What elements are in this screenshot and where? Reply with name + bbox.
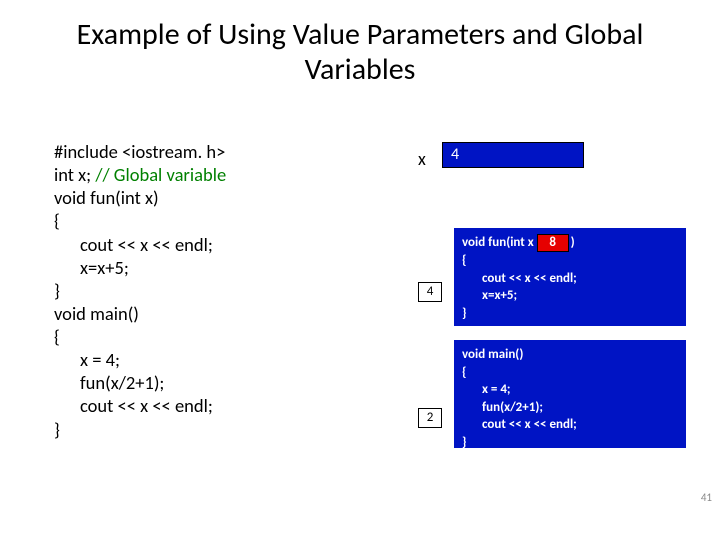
- main-close-brace: }: [462, 434, 678, 452]
- code-line: cout << x << endl;: [54, 394, 226, 417]
- page-number: 41: [701, 491, 712, 504]
- code-text: cout << x << endl;: [80, 233, 213, 256]
- code-line: x = 4;: [54, 348, 226, 371]
- main-open-brace: {: [462, 364, 678, 382]
- code-text: int x;: [54, 163, 95, 186]
- fun-body-text: cout << x << endl;: [482, 271, 577, 286]
- slide-title: Example of Using Value Parameters and Gl…: [0, 0, 720, 95]
- fun-header-suffix: ): [571, 235, 575, 250]
- value-arrow-box-4: 4: [418, 282, 442, 302]
- code-line: {: [54, 325, 226, 348]
- code-line: x=x+5;: [54, 256, 226, 279]
- code-line: void fun(int x): [54, 186, 226, 209]
- fun-execution-box: void fun(int x 8) { cout << x << endl; x…: [454, 228, 686, 326]
- code-line: {: [54, 209, 226, 232]
- code-line: }: [54, 279, 226, 302]
- fun-signature: void fun(int x 8): [462, 234, 678, 252]
- main-header: void main(): [462, 346, 678, 364]
- code-line: int x; // Global variable: [54, 163, 226, 186]
- fun-body-line: cout << x << endl;: [462, 270, 678, 288]
- fun-body-line: x=x+5;: [462, 287, 678, 305]
- main-execution-box: void main() { x = 4; fun(x/2+1); cout <<…: [454, 340, 686, 448]
- code-line: }: [54, 418, 226, 441]
- fun-close-brace: }: [462, 305, 678, 323]
- global-x-label: x: [418, 148, 426, 170]
- code-comment: // Global variable: [95, 163, 226, 186]
- main-body-line: cout << x << endl;: [462, 416, 678, 434]
- main-body-text: cout << x << endl;: [482, 417, 577, 432]
- global-x-value-box: 4: [442, 142, 584, 168]
- code-listing: #include <iostream. h> int x; // Global …: [54, 140, 226, 441]
- value-arrow-box-2: 2: [418, 408, 442, 428]
- fun-header-prefix: void fun(int x: [462, 235, 534, 250]
- param-x-value-box: 8: [537, 234, 569, 252]
- code-line: cout << x << endl;: [54, 233, 226, 256]
- code-line: #include <iostream. h>: [54, 140, 226, 163]
- main-body-line: x = 4;: [462, 381, 678, 399]
- code-text: x=x+5;: [80, 256, 129, 279]
- main-body-line: fun(x/2+1);: [462, 399, 678, 417]
- main-body-text: fun(x/2+1);: [482, 400, 543, 415]
- code-text: cout << x << endl;: [80, 394, 213, 417]
- fun-open-brace: {: [462, 252, 678, 270]
- code-line: void main(): [54, 302, 226, 325]
- fun-body-text: x=x+5;: [482, 288, 517, 303]
- code-text: x = 4;: [80, 348, 120, 371]
- code-text: fun(x/2+1);: [80, 371, 164, 394]
- code-line: fun(x/2+1);: [54, 371, 226, 394]
- main-body-text: x = 4;: [482, 382, 511, 397]
